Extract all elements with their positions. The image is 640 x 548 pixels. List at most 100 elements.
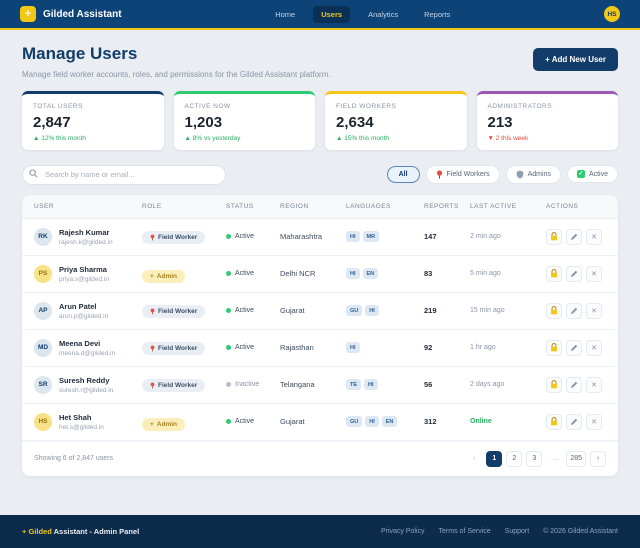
- last-active-cell: 5 min ago: [470, 270, 546, 277]
- add-new-user-button[interactable]: + Add New User: [533, 48, 618, 71]
- footer-copyright: © 2026 Gilded Assistant: [543, 528, 618, 535]
- prev-page-button[interactable]: ‹: [466, 451, 482, 467]
- nav-item-users[interactable]: Users: [313, 6, 350, 23]
- filter-toolbar: All Field Workers Admins ✓ Active: [22, 164, 618, 185]
- status-cell: Active: [226, 270, 280, 277]
- user-name: Meena Devi: [59, 339, 115, 348]
- reports-cell: 83: [424, 269, 470, 278]
- role-label: Field Worker: [158, 345, 197, 352]
- page-button-3[interactable]: 3: [526, 451, 542, 467]
- nav-item-reports[interactable]: Reports: [416, 6, 458, 23]
- footer-link-privacy[interactable]: Privacy Policy: [381, 528, 425, 535]
- delete-icon[interactable]: ✕: [586, 303, 602, 319]
- role-badge: Field Worker: [142, 342, 205, 355]
- lock-icon[interactable]: [546, 303, 562, 319]
- footer-brand-rest: Assistant - Admin Panel: [52, 527, 139, 536]
- avatar: AP: [34, 302, 52, 320]
- actions-cell: ✕: [546, 303, 606, 319]
- edit-icon[interactable]: [566, 229, 582, 245]
- stat-card-administrators: ADMINISTRATORS 213 ▼ 2 this week: [477, 91, 619, 150]
- table-row: PS Priya Sharma priya.s@gilded.in +Admin…: [22, 256, 618, 293]
- user-avatar[interactable]: HS: [604, 6, 620, 22]
- filter-all[interactable]: All: [387, 166, 420, 183]
- stat-label: ADMINISTRATORS: [488, 103, 608, 110]
- footer-links: Privacy Policy Terms of Service Support …: [381, 528, 618, 535]
- lock-icon[interactable]: [546, 266, 562, 282]
- next-page-button[interactable]: ›: [590, 451, 606, 467]
- nav-item-analytics[interactable]: Analytics: [360, 6, 406, 23]
- region-cell: Gujarat: [280, 306, 346, 315]
- footer-link-support[interactable]: Support: [505, 528, 530, 535]
- user-name: Priya Sharma: [59, 265, 109, 274]
- delete-icon[interactable]: ✕: [586, 414, 602, 430]
- lock-icon[interactable]: [546, 414, 562, 430]
- stat-value: 213: [488, 114, 608, 131]
- page-ellipsis: …: [546, 451, 562, 467]
- col-reports: REPORTS: [424, 203, 470, 210]
- region-cell: Telangana: [280, 380, 346, 389]
- role-label: Admin: [157, 273, 177, 280]
- last-active-cell: 1 hr ago: [470, 344, 546, 351]
- check-icon: ✓: [577, 170, 585, 178]
- shield-icon: [516, 170, 524, 179]
- page-footer: + Gilded Assistant - Admin Panel Privacy…: [0, 515, 640, 548]
- language-pill: HI: [365, 305, 379, 316]
- lock-icon[interactable]: [546, 377, 562, 393]
- status-dot: [226, 419, 231, 424]
- status-dot: [226, 234, 231, 239]
- edit-icon[interactable]: [566, 340, 582, 356]
- page-button-2[interactable]: 2: [506, 451, 522, 467]
- search-input[interactable]: [22, 165, 226, 185]
- reports-cell: 92: [424, 343, 470, 352]
- role-label: Admin: [157, 421, 177, 428]
- delete-icon[interactable]: ✕: [586, 377, 602, 393]
- stat-card-active-now: ACTIVE NOW 1,203 ▲ 8% vs yesterday: [174, 91, 316, 150]
- filter-admins[interactable]: Admins: [506, 165, 561, 184]
- role-badge: Field Worker: [142, 379, 205, 392]
- filter-label: Field Workers: [447, 171, 490, 178]
- user-cell: MD Meena Devi meena.d@gilded.in: [34, 339, 142, 357]
- delete-icon[interactable]: ✕: [586, 229, 602, 245]
- edit-icon[interactable]: [566, 266, 582, 282]
- user-cell: HS Het Shah het.s@gilded.in: [34, 413, 142, 431]
- edit-icon[interactable]: [566, 414, 582, 430]
- search-wrap: [22, 164, 226, 185]
- page-header: Manage Users Manage field worker account…: [22, 44, 618, 79]
- languages-cell: TE HI: [346, 379, 424, 390]
- avatar: RK: [34, 228, 52, 246]
- filter-label: Admins: [528, 171, 551, 178]
- languages-cell: GU HI EN: [346, 416, 424, 427]
- page-button-1[interactable]: 1: [486, 451, 502, 467]
- nav-item-home[interactable]: Home: [267, 6, 303, 23]
- role-label: Field Worker: [158, 308, 197, 315]
- table-row: RK Rajesh Kumar rajesh.k@gilded.in Field…: [22, 219, 618, 256]
- delete-icon[interactable]: ✕: [586, 266, 602, 282]
- language-pill: GU: [346, 416, 362, 427]
- stat-value: 1,203: [185, 114, 305, 131]
- role-badge: Field Worker: [142, 231, 205, 244]
- main-nav: Home Users Analytics Reports: [267, 6, 458, 23]
- footer-link-terms[interactable]: Terms of Service: [439, 528, 491, 535]
- edit-icon[interactable]: [566, 303, 582, 319]
- user-name: Suresh Reddy: [59, 376, 113, 385]
- status-cell: Active: [226, 307, 280, 314]
- actions-cell: ✕: [546, 229, 606, 245]
- edit-icon[interactable]: [566, 377, 582, 393]
- lock-icon[interactable]: [546, 229, 562, 245]
- pagination-summary: Showing 6 of 2,847 users: [34, 455, 113, 462]
- search-icon: [29, 169, 38, 178]
- col-actions: ACTIONS: [546, 203, 606, 210]
- page-button-285[interactable]: 285: [566, 451, 586, 467]
- last-active-cell: 2 days ago: [470, 381, 546, 388]
- filter-active[interactable]: ✓ Active: [567, 165, 618, 183]
- lock-icon[interactable]: [546, 340, 562, 356]
- filter-field-workers[interactable]: Field Workers: [426, 165, 500, 184]
- language-pill: HI: [365, 416, 379, 427]
- language-pill: EN: [382, 416, 398, 427]
- region-cell: Rajasthan: [280, 343, 346, 352]
- region-cell: Delhi NCR: [280, 269, 346, 278]
- languages-cell: HI EN: [346, 268, 424, 279]
- role-label: Field Worker: [158, 234, 197, 241]
- delete-icon[interactable]: ✕: [586, 340, 602, 356]
- user-email: arun.p@gilded.in: [59, 313, 108, 320]
